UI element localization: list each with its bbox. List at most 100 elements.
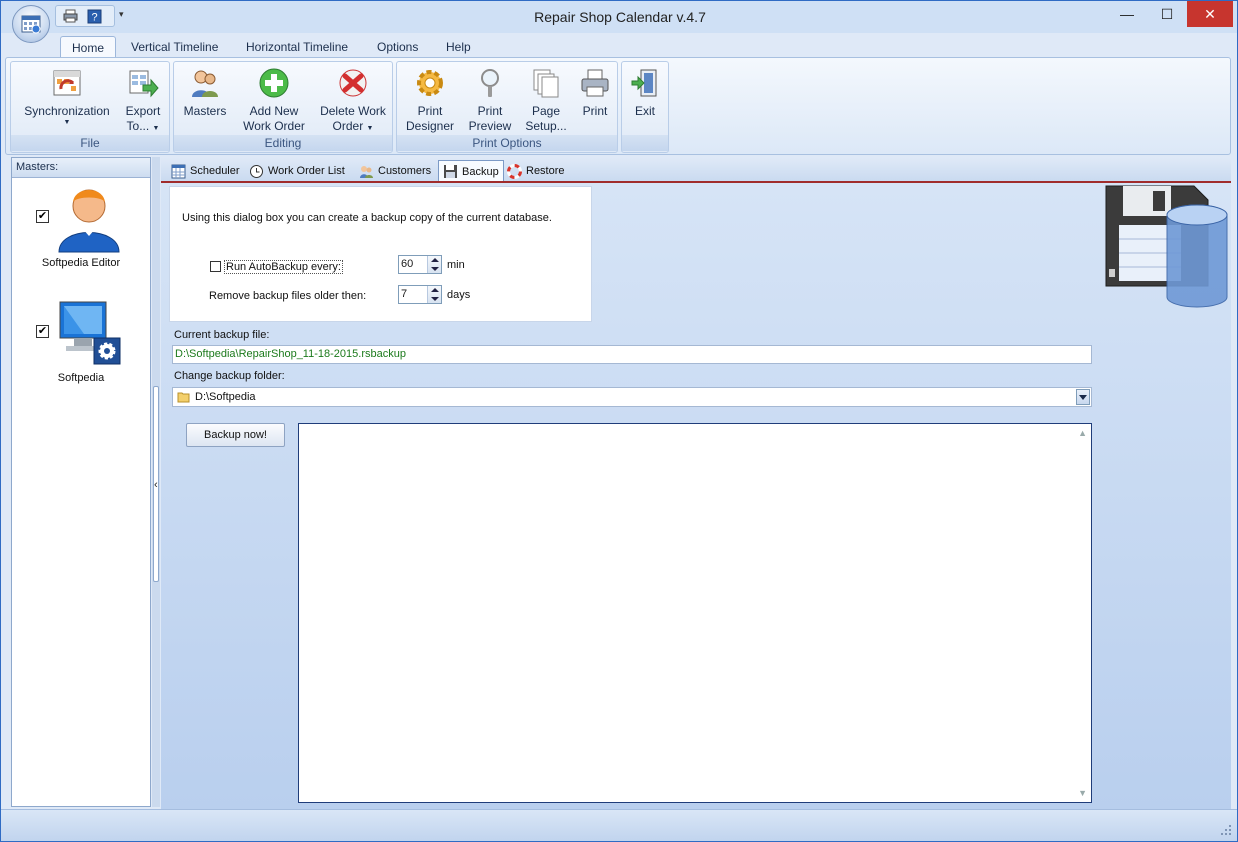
content-tab-bar: Scheduler Work Order List Customers Back… [161, 158, 1231, 182]
ribbon-group-print-options: Print Designer Print Preview Page Setup.… [396, 61, 618, 153]
add-icon [259, 68, 289, 98]
application-menu-button[interactable] [12, 5, 50, 43]
export-dropdown-icon: ▼ [152, 125, 160, 132]
remove-old-days-value: 7 [401, 288, 408, 300]
ribbon-tab-help[interactable]: Help [435, 36, 482, 58]
synchronization-label: Synchronization [24, 104, 110, 118]
tab-restore[interactable]: Restore [503, 160, 569, 182]
customers-icon [360, 165, 373, 178]
backup-now-button[interactable]: Backup now! [186, 423, 285, 447]
delete-dropdown-icon: ▼ [366, 125, 374, 132]
help-icon: ? [87, 9, 102, 23]
master-name-softpedia-editor: Softpedia Editor [41, 257, 121, 269]
collapse-panel-icon[interactable]: ‹ [154, 479, 158, 491]
exit-button[interactable]: Exit [624, 66, 666, 119]
master-checkbox-softpedia-editor[interactable]: ✔ [36, 210, 49, 223]
floppy-disk-icon [444, 165, 457, 178]
gear-icon [417, 70, 443, 96]
printer-icon [581, 69, 609, 97]
ribbon-tab-options[interactable]: Options [366, 36, 429, 58]
minimize-button[interactable]: — [1107, 1, 1147, 27]
delete-work-order-button[interactable]: Delete Work Order ▼ [316, 66, 390, 136]
customize-qat-dropdown[interactable]: ▾ [119, 9, 124, 20]
ribbon-group-file: Synchronization ▼ Export To... ▼ File [10, 61, 170, 153]
quick-access-toolbar: ? [55, 5, 115, 27]
current-backup-file-field[interactable]: D:\Softpedia\RepairShop_11-18-2015.rsbac… [172, 345, 1092, 364]
quick-help-button[interactable]: ? [86, 8, 103, 24]
tab-customers[interactable]: Customers [355, 160, 435, 182]
print-preview-button[interactable]: Print Preview [463, 66, 517, 134]
database-backup-illustration [1101, 183, 1231, 313]
quick-print-button[interactable] [62, 8, 79, 24]
close-icon: ✕ [1204, 5, 1216, 22]
tab-restore-label: Restore [526, 165, 565, 177]
backup-options-box: Using this dialog box you can create a b… [169, 186, 592, 322]
master-avatar-softpedia-editor[interactable] [54, 182, 124, 254]
export-to-button[interactable]: Export To... ▼ [119, 66, 167, 136]
autobackup-checkbox[interactable] [210, 261, 221, 272]
backup-folder-dropdown-button[interactable] [1076, 389, 1090, 405]
print-preview-label-line2: Preview [468, 119, 512, 133]
close-button[interactable]: ✕ [1187, 1, 1233, 27]
magnifier-icon [481, 69, 499, 97]
tab-backup[interactable]: Backup [438, 160, 504, 182]
scroll-up-icon[interactable]: ▲ [1078, 428, 1087, 438]
calendar-app-icon [21, 15, 41, 34]
maximize-button[interactable]: ☐ [1147, 1, 1187, 27]
spin-up-icon[interactable] [431, 258, 439, 262]
masters-icon [192, 70, 218, 97]
ribbon-tab-home[interactable]: Home [60, 36, 117, 58]
remove-old-days-spinner[interactable]: 7 [398, 285, 442, 304]
computer-settings-icon [59, 301, 121, 365]
ribbon-tab-vertical-timeline[interactable]: Vertical Timeline [120, 36, 229, 58]
user-avatar-icon [58, 189, 120, 253]
title-bar: Repair Shop Calendar v.4.7 — ☐ ✕ [1, 1, 1237, 33]
backup-log-area[interactable]: ▲ ▼ [298, 423, 1092, 803]
maximize-icon: ☐ [1160, 5, 1174, 22]
backup-intro-text: Using this dialog box you can create a b… [182, 212, 552, 224]
spin-down-icon[interactable] [431, 267, 439, 271]
spin-up-icon[interactable] [431, 288, 439, 292]
print-label: Print [582, 104, 608, 118]
masters-button[interactable]: Masters [178, 66, 232, 119]
add-new-work-order-button[interactable]: Add New Work Order [236, 66, 312, 134]
exit-door-icon [631, 69, 657, 97]
scroll-down-icon[interactable]: ▼ [1078, 788, 1087, 798]
ribbon-tab-horizontal-timeline[interactable]: Horizontal Timeline [235, 36, 359, 58]
print-designer-label-line2: Designer [405, 119, 455, 133]
tab-work-order-list[interactable]: Work Order List [245, 160, 349, 182]
export-label-line1: Export [125, 104, 161, 118]
lifebuoy-icon [507, 163, 522, 179]
ribbon-group-exit: Exit [621, 61, 669, 153]
page-setup-button[interactable]: Page Setup... [521, 66, 571, 134]
add-new-label-line2: Work Order [243, 119, 305, 133]
page-setup-label-line2: Setup... [525, 119, 567, 133]
synchronization-icon [53, 70, 81, 96]
autobackup-unit: min [447, 259, 465, 271]
autobackup-interval-spinner[interactable]: 60 [398, 255, 442, 274]
export-icon [129, 70, 159, 98]
autobackup-spin-buttons[interactable] [427, 256, 441, 273]
print-preview-label-line1: Print [477, 104, 503, 118]
autobackup-interval-value: 60 [401, 258, 414, 270]
synchronization-button[interactable]: Synchronization ▼ [17, 66, 117, 127]
tab-scheduler[interactable]: Scheduler [167, 160, 244, 182]
app-window: Repair Shop Calendar v.4.7 — ☐ ✕ ? ▾ Hom… [0, 0, 1238, 842]
delete-label-line1: Delete Work [320, 104, 386, 118]
master-avatar-softpedia[interactable] [54, 298, 124, 368]
spin-down-icon[interactable] [431, 297, 439, 301]
resize-grip-icon[interactable] [1219, 823, 1233, 837]
tab-customers-label: Customers [378, 165, 432, 177]
backup-folder-select[interactable]: D:\Softpedia [172, 387, 1092, 407]
exit-label: Exit [634, 104, 655, 118]
print-designer-label-line1: Print [417, 104, 443, 118]
autobackup-label[interactable]: Run AutoBackup every: [224, 260, 343, 274]
remove-old-spin-buttons[interactable] [427, 286, 441, 303]
change-backup-folder-label: Change backup folder: [174, 370, 285, 382]
print-button[interactable]: Print [575, 66, 615, 119]
print-designer-button[interactable]: Print Designer [401, 66, 459, 134]
master-checkbox-softpedia[interactable]: ✔ [36, 325, 49, 338]
status-bar [1, 809, 1237, 841]
masters-label: Masters [183, 104, 227, 118]
delete-icon [339, 69, 367, 97]
